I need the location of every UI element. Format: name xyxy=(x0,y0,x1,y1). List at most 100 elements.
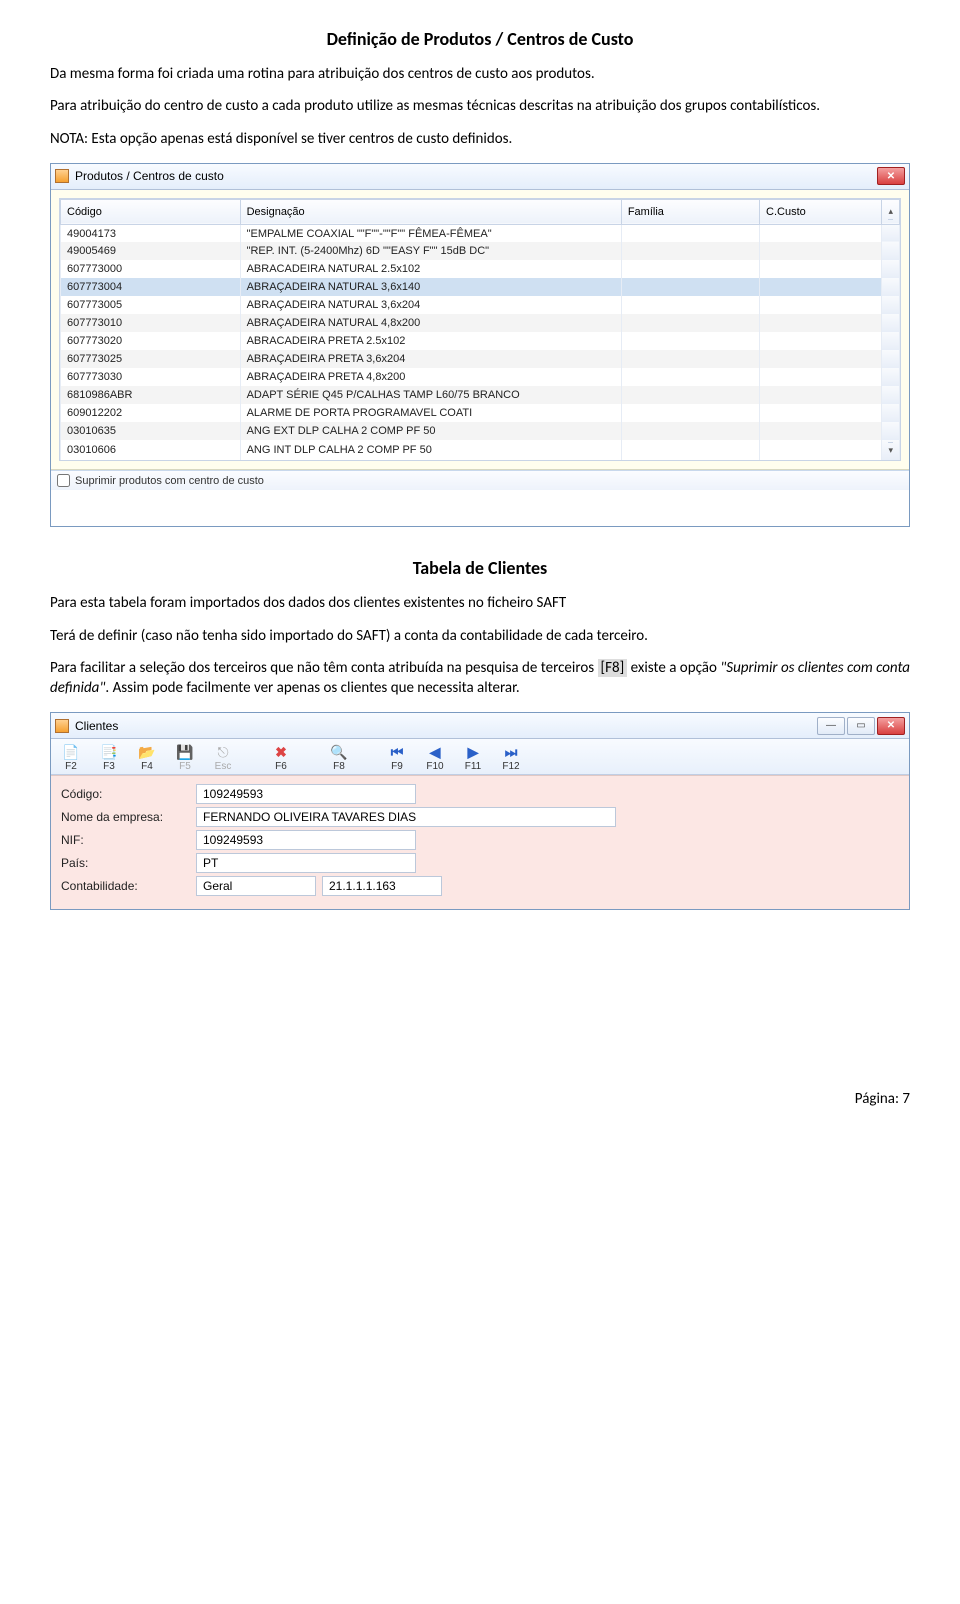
suprimir-checkbox[interactable] xyxy=(57,474,70,487)
cell-codigo: 607773000 xyxy=(61,260,241,278)
contabilidade-tipo-field[interactable]: Geral xyxy=(196,876,316,896)
cell-familia xyxy=(621,440,759,460)
nome-label: Nome da empresa: xyxy=(61,810,196,824)
cell-ccusto xyxy=(760,368,882,386)
cell-ccusto xyxy=(760,242,882,260)
contabilidade-label: Contabilidade: xyxy=(61,879,196,893)
table-row[interactable]: 03010635ANG EXT DLP CALHA 2 COMP PF 50 xyxy=(61,422,900,440)
close-icon[interactable]: ✕ xyxy=(877,717,905,735)
produtos-table[interactable]: Código Designação Família C.Custo ▴ 4900… xyxy=(60,199,900,461)
col-ccusto[interactable]: C.Custo xyxy=(760,199,882,224)
scrollbar-track[interactable] xyxy=(882,404,900,422)
open-button[interactable]: 📂F4 xyxy=(133,743,161,772)
col-codigo[interactable]: Código xyxy=(61,199,241,224)
col-designacao[interactable]: Designação xyxy=(240,199,621,224)
cell-designacao: ALARME DE PORTA PROGRAMAVEL COATI xyxy=(240,404,621,422)
cell-codigo: 607773005 xyxy=(61,296,241,314)
table-row[interactable]: 03010606ANG INT DLP CALHA 2 COMP PF 50▾ xyxy=(61,440,900,460)
table-row[interactable]: 607773025ABRAÇADEIRA PRETA 3,6x204 xyxy=(61,350,900,368)
cell-ccusto xyxy=(760,332,882,350)
scrollbar-track[interactable] xyxy=(882,314,900,332)
cell-familia xyxy=(621,404,759,422)
scroll-up-icon[interactable]: ▴ xyxy=(882,199,900,224)
window-app-icon xyxy=(55,169,69,183)
cell-familia xyxy=(621,296,759,314)
table-row[interactable]: 6810986ABRADAPT SÉRIE Q45 P/CALHAS TAMP … xyxy=(61,386,900,404)
cell-designacao: ABRAÇADEIRA NATURAL 3,6x204 xyxy=(240,296,621,314)
table-row[interactable]: 607773020ABRACADEIRA PRETA 2.5x102 xyxy=(61,332,900,350)
nome-field[interactable]: FERNANDO OLIVEIRA TAVARES DIAS xyxy=(196,807,616,827)
scrollbar-track[interactable]: ▾ xyxy=(882,440,900,460)
cell-ccusto xyxy=(760,278,882,296)
cell-familia xyxy=(621,314,759,332)
scrollbar-track[interactable] xyxy=(882,278,900,296)
scrollbar-track[interactable] xyxy=(882,386,900,404)
table-row[interactable]: 607773030ABRAÇADEIRA PRETA 4,8x200 xyxy=(61,368,900,386)
produtos-titlebar[interactable]: Produtos / Centros de custo ✕ xyxy=(51,164,909,190)
cell-codigo: 607773004 xyxy=(61,278,241,296)
delete-button[interactable]: ✖F6 xyxy=(267,743,295,772)
scrollbar-track[interactable] xyxy=(882,332,900,350)
scrollbar-track[interactable] xyxy=(882,242,900,260)
f8-key-hint: [F8] xyxy=(598,659,628,677)
scrollbar-track[interactable] xyxy=(882,296,900,314)
scrollbar-track[interactable] xyxy=(882,260,900,278)
scrollbar-track[interactable] xyxy=(882,422,900,440)
clientes-titlebar[interactable]: Clientes — ▭ ✕ xyxy=(51,713,909,739)
clientes-title: Clientes xyxy=(75,719,817,733)
cell-codigo: 607773010 xyxy=(61,314,241,332)
nav-last-button[interactable]: ⏭F12 xyxy=(497,743,525,772)
window-app-icon xyxy=(55,719,69,733)
scrollbar-track[interactable] xyxy=(882,368,900,386)
p3-part-b: existe a opção xyxy=(627,659,720,677)
cell-familia xyxy=(621,350,759,368)
cell-codigo: 6810986ABR xyxy=(61,386,241,404)
section1-title: Definição de Produtos / Centros de Custo xyxy=(50,28,910,50)
cancel-button[interactable]: ⎋Esc xyxy=(209,743,237,772)
p3-part-a: Para facilitar a seleção dos terceiros q… xyxy=(50,659,598,677)
close-icon[interactable]: ✕ xyxy=(877,167,905,185)
minimize-icon[interactable]: — xyxy=(817,717,845,735)
produtos-window: Produtos / Centros de custo ✕ Código Des… xyxy=(50,163,910,528)
nav-prev-button[interactable]: ◀F10 xyxy=(421,743,449,772)
cell-designacao: "EMPALME COAXIAL ""F""-""F"" FÊMEA-FÊMEA… xyxy=(240,224,621,242)
nif-field[interactable]: 109249593 xyxy=(196,830,416,850)
col-familia[interactable]: Família xyxy=(621,199,759,224)
section2-title: Tabela de Clientes xyxy=(50,557,910,579)
pais-field[interactable]: PT xyxy=(196,853,416,873)
clientes-window: Clientes — ▭ ✕ 📄F2 📑F3 📂F4 💾F5 ⎋Esc ✖F6 … xyxy=(50,712,910,910)
produtos-footer: Suprimir produtos com centro de custo xyxy=(51,470,909,490)
table-row[interactable]: 609012202ALARME DE PORTA PROGRAMAVEL COA… xyxy=(61,404,900,422)
cell-designacao: ABRACADEIRA NATURAL 2.5x102 xyxy=(240,260,621,278)
table-row[interactable]: 49004173"EMPALME COAXIAL ""F""-""F"" FÊM… xyxy=(61,224,900,242)
save-button[interactable]: 💾F5 xyxy=(171,743,199,772)
table-row[interactable]: 607773005ABRAÇADEIRA NATURAL 3,6x204 xyxy=(61,296,900,314)
codigo-field[interactable]: 109249593 xyxy=(196,784,416,804)
cell-designacao: ABRAÇADEIRA NATURAL 3,6x140 xyxy=(240,278,621,296)
scrollbar-track[interactable] xyxy=(882,224,900,242)
table-row[interactable]: 607773004ABRAÇADEIRA NATURAL 3,6x140 xyxy=(61,278,900,296)
copy-button[interactable]: 📑F3 xyxy=(95,743,123,772)
nav-first-button[interactable]: ⏮F9 xyxy=(383,743,411,772)
section2-p1: Para esta tabela foram importados dos da… xyxy=(50,593,910,613)
page-footer: Página: 7 xyxy=(50,1090,910,1108)
contabilidade-conta-field[interactable]: 21.1.1.1.163 xyxy=(322,876,442,896)
search-button[interactable]: 🔍F8 xyxy=(325,743,353,772)
cell-familia xyxy=(621,332,759,350)
table-row[interactable]: 607773000ABRACADEIRA NATURAL 2.5x102 xyxy=(61,260,900,278)
table-row[interactable]: 607773010ABRAÇADEIRA NATURAL 4,8x200 xyxy=(61,314,900,332)
cell-codigo: 609012202 xyxy=(61,404,241,422)
section2-p3: Para facilitar a seleção dos terceiros q… xyxy=(50,658,910,699)
nav-next-button[interactable]: ▶F11 xyxy=(459,743,487,772)
scrollbar-track[interactable] xyxy=(882,350,900,368)
table-row[interactable]: 49005469"REP. INT. (5-2400Mhz) 6D ""EASY… xyxy=(61,242,900,260)
cell-designacao: "REP. INT. (5-2400Mhz) 6D ""EASY F"" 15d… xyxy=(240,242,621,260)
maximize-icon[interactable]: ▭ xyxy=(847,717,875,735)
cell-codigo: 607773030 xyxy=(61,368,241,386)
new-button[interactable]: 📄F2 xyxy=(57,743,85,772)
cell-ccusto xyxy=(760,296,882,314)
cell-codigo: 607773025 xyxy=(61,350,241,368)
cell-codigo: 03010606 xyxy=(61,440,241,460)
cell-ccusto xyxy=(760,224,882,242)
section1-p1: Da mesma forma foi criada uma rotina par… xyxy=(50,64,910,84)
